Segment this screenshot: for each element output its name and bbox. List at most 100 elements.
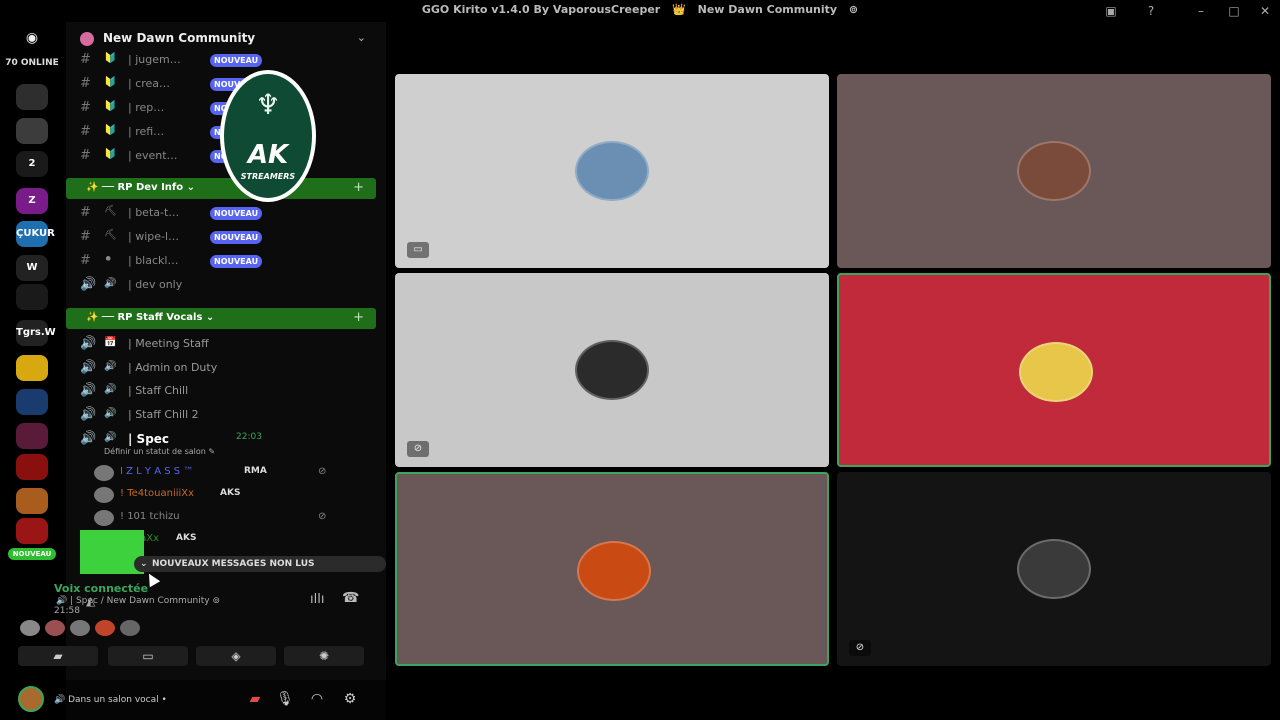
settings-gear-icon[interactable]: ⚙ [339, 688, 361, 710]
channel-time: 22:03 [236, 432, 262, 442]
server-icon[interactable] [16, 423, 48, 449]
hash-icon: # [80, 205, 91, 220]
voice-channel[interactable]: 🔊 🔊 | Admin on Duty [72, 357, 276, 379]
voice-member[interactable]: ! Te4touaniiiXx AKS [90, 485, 360, 505]
channel-emoji: ⛏ [104, 230, 117, 241]
text-channel[interactable]: # ⛏ | beta-t… NOUVEAU [72, 202, 276, 224]
video-tile[interactable]: ▭ [395, 74, 829, 268]
voice-elapsed: 21:58 [54, 606, 80, 616]
voice-participants [20, 620, 160, 638]
category-rp-dev-info[interactable]: ✨ ── RP Dev Info ⌄ + [66, 178, 376, 199]
user-avatar[interactable] [18, 686, 44, 712]
channel-emoji: 🔰 [104, 125, 117, 136]
server-icon[interactable]: 2 [16, 151, 48, 177]
channel-name: | wipe-l… [128, 230, 180, 243]
add-channel-icon[interactable]: + [353, 310, 364, 325]
channel-name: | Spec [128, 432, 170, 446]
channel-status-hint[interactable]: Définir un statut de salon ✎ [104, 447, 215, 456]
crown-icon: 👑 [672, 3, 686, 16]
video-tile[interactable] [395, 472, 829, 666]
server-icon[interactable] [16, 518, 48, 544]
member-name: I Z L Y A S S ™ [120, 466, 194, 477]
channel-emoji: 📅 [104, 337, 117, 348]
voice-member[interactable]: I Z L Y A S S ™ RMA ⊘ [90, 463, 360, 483]
microphone-icon[interactable]: 🎙 [274, 688, 296, 710]
channel-emoji: ⛏ [104, 206, 117, 217]
activities-button[interactable]: ◈ [196, 646, 276, 666]
member-name: ! 101 tchizu [120, 511, 180, 522]
guild-header[interactable]: New Dawn Community ⌄ [66, 28, 376, 50]
voice-channel-icon: 🔊 [80, 383, 97, 398]
server-icon[interactable] [16, 389, 48, 415]
server-icon[interactable]: Z [16, 188, 48, 214]
text-channel[interactable]: # 🔰 | jugem… NOUVEAU [72, 49, 276, 71]
voice-channel-icon: 🔊 [80, 277, 97, 292]
new-messages-label: NOUVEAUX MESSAGES NON LUS [152, 559, 315, 569]
voice-channel[interactable]: 🔊 🔊 | Staff Chill [72, 380, 276, 402]
video-tile[interactable] [837, 74, 1271, 268]
participant-avatar[interactable] [120, 620, 140, 636]
participant-avatar[interactable] [45, 620, 65, 636]
screen-share-button[interactable]: ▭ [108, 646, 188, 666]
ak-streamers-logo: ♆ AK STREAMERS [220, 70, 316, 202]
server-icon[interactable] [16, 84, 48, 110]
discord-home-icon[interactable]: ◉ [20, 30, 44, 50]
text-channel[interactable]: # ⚫ | blackl… NOUVEAU [72, 250, 276, 272]
inbox-icon[interactable]: ▣ [1102, 3, 1120, 19]
maximize-button[interactable]: □ [1225, 3, 1243, 19]
new-badge: NOUVEAU [210, 255, 263, 268]
voice-channel[interactable]: 🔊 📅 | Meeting Staff [72, 333, 276, 355]
server-icon[interactable]: ÇUKUR [16, 221, 55, 247]
server-icon[interactable]: W [16, 255, 48, 281]
hash-icon: # [80, 76, 91, 91]
server-icon[interactable]: Tgrs.W [16, 320, 56, 346]
channel-sidebar: New Dawn Community ⌄ # 🔰 | jugem… NOUVEAU # 🔰… [18, 22, 386, 720]
video-tile[interactable]: ⊘ [837, 472, 1271, 666]
voice-channel-icon: 🔊 [80, 360, 97, 375]
soundboard-button[interactable]: ✺ [284, 646, 364, 666]
close-button[interactable]: ✕ [1256, 3, 1274, 19]
video-tile[interactable] [837, 273, 1271, 467]
participant-avatar [1017, 141, 1091, 201]
chevron-down-icon[interactable]: ⌄ [357, 31, 366, 44]
screen-share-icon: ▭ [142, 649, 154, 663]
channel-emoji: 🔊 [104, 408, 117, 419]
camera-button[interactable]: ▰ [18, 646, 98, 666]
disconnect-icon[interactable]: ☎ [342, 590, 359, 606]
new-messages-banner[interactable]: ⌄ NOUVEAUX MESSAGES NON LUS [134, 556, 386, 572]
minimize-button[interactable]: – [1192, 3, 1210, 19]
user-panel: 🔊 Dans un salon vocal • ▰ 🎙 ◠ ⚙ [18, 680, 386, 720]
server-icon[interactable] [16, 488, 48, 514]
server-icon[interactable] [16, 355, 48, 381]
new-server-badge[interactable]: NOUVEAU [8, 548, 56, 560]
participant-avatar[interactable] [95, 620, 115, 636]
video-tile[interactable]: ⊘ [395, 273, 829, 467]
text-channel[interactable]: # ⛏ | wipe-l… NOUVEAU [72, 226, 276, 248]
window-title: GGO Kirito v1.4.0 By VaporousCreeper 👑 N… [0, 3, 1280, 16]
server-icon[interactable] [16, 454, 48, 480]
server-icon[interactable] [16, 284, 48, 310]
guild-icon [80, 32, 94, 46]
logo-subtext: STREAMERS [240, 172, 296, 181]
voice-channel[interactable]: 🔊 🔊 | dev only [72, 274, 276, 296]
help-icon[interactable]: ? [1142, 3, 1160, 19]
voice-member[interactable]: ! 101 tchizu ⊘ [90, 508, 360, 528]
channel-emoji: ⚫ [104, 254, 113, 265]
voice-channel[interactable]: 🔊 🔊 | Staff Chill 2 [72, 404, 276, 426]
noise-suppression-icon[interactable]: ıllı [310, 592, 324, 607]
voice-location[interactable]: 🔊 | Spec / New Dawn Community ⊚ [56, 596, 220, 606]
participant-avatar[interactable] [70, 620, 90, 636]
participant-avatar[interactable] [20, 620, 40, 636]
add-channel-icon[interactable]: + [353, 180, 364, 195]
category-rp-staff-vocals[interactable]: ✨ ── RP Staff Vocals ⌄ + [66, 308, 376, 329]
member-avatar [94, 487, 114, 503]
category-name: ✨ ── RP Dev Info ⌄ [86, 182, 195, 193]
hash-icon: # [80, 229, 91, 244]
participant-avatar [1019, 342, 1093, 402]
video-off-icon[interactable]: ▰ [244, 688, 266, 710]
server-icon[interactable] [16, 118, 48, 144]
headphones-icon[interactable]: ◠ [306, 688, 328, 710]
channel-emoji: 🔊 [104, 384, 117, 395]
hash-icon: # [80, 52, 91, 67]
voice-status: Voix connectée [54, 582, 149, 595]
